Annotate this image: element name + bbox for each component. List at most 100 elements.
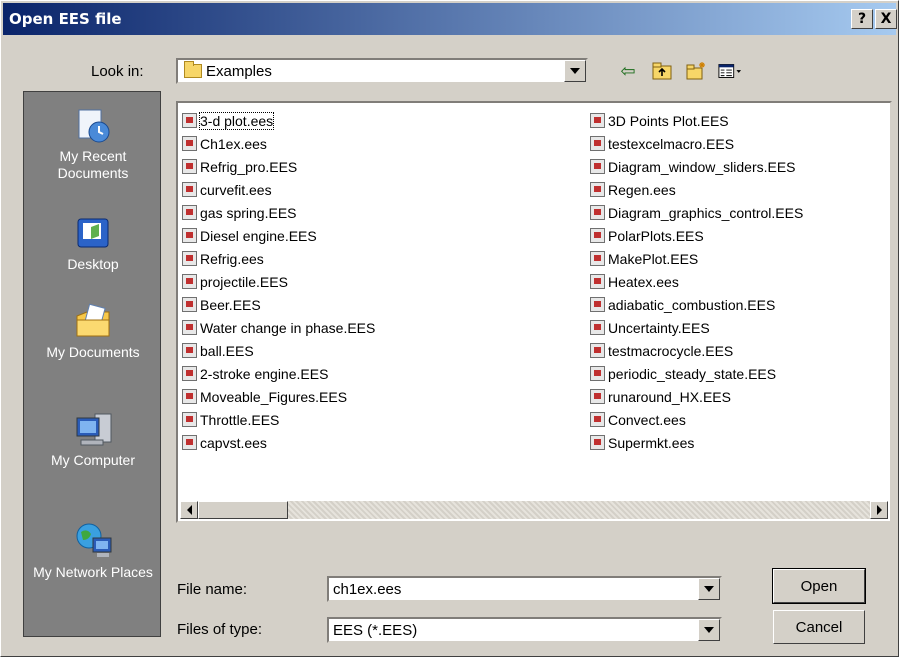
desktop-icon <box>73 214 113 252</box>
ees-file-icon <box>590 435 605 450</box>
file-name: Supermkt.ees <box>608 434 695 451</box>
ees-file-icon <box>182 435 197 450</box>
my-documents-icon <box>73 302 113 340</box>
ees-file-icon <box>182 136 197 151</box>
file-item[interactable]: Refrig.ees <box>182 247 375 270</box>
file-item[interactable]: capvst.ees <box>182 431 375 454</box>
place-label: My Recent Documents <box>57 148 129 181</box>
ees-file-icon <box>590 297 605 312</box>
place-label: My Documents <box>46 344 140 360</box>
file-item[interactable]: Convect.ees <box>590 408 803 431</box>
file-item[interactable]: Throttle.EES <box>182 408 375 431</box>
file-item[interactable]: Water change in phase.EES <box>182 316 375 339</box>
ees-file-icon <box>590 274 605 289</box>
file-name: periodic_steady_state.EES <box>608 365 777 382</box>
file-item[interactable]: Diagram_window_sliders.EES <box>590 155 803 178</box>
scroll-right-icon[interactable] <box>870 501 888 519</box>
horizontal-scrollbar[interactable] <box>180 501 888 519</box>
view-menu-icon[interactable] <box>718 59 742 83</box>
file-name-input[interactable]: ch1ex.ees <box>327 576 722 602</box>
file-item[interactable]: MakePlot.EES <box>590 247 803 270</box>
file-item[interactable]: Heatex.ees <box>590 270 803 293</box>
new-folder-icon[interactable] <box>684 59 708 83</box>
file-item[interactable]: Supermkt.ees <box>590 431 803 454</box>
file-item[interactable]: periodic_steady_state.EES <box>590 362 803 385</box>
file-name: Diesel engine.EES <box>200 227 317 244</box>
ees-file-icon <box>182 182 197 197</box>
ees-file-icon <box>590 320 605 335</box>
file-item[interactable]: 3-d plot.ees <box>182 109 375 132</box>
ees-file-icon <box>590 412 605 427</box>
file-name: Uncertainty.EES <box>608 319 710 336</box>
place-label: Desktop <box>67 256 119 272</box>
ees-file-icon <box>182 159 197 174</box>
scroll-left-icon[interactable] <box>180 501 198 519</box>
file-item[interactable]: adiabatic_combustion.EES <box>590 293 803 316</box>
ees-file-icon <box>182 205 197 220</box>
folder-icon <box>184 61 202 78</box>
file-item[interactable]: Uncertainty.EES <box>590 316 803 339</box>
ees-file-icon <box>182 274 197 289</box>
file-name: 3-d plot.ees <box>198 111 275 130</box>
file-name: ball.EES <box>200 342 254 359</box>
back-icon[interactable]: ⇦ <box>616 59 640 83</box>
dropdown-arrow-icon[interactable] <box>698 619 720 641</box>
open-button[interactable]: Open <box>772 568 866 604</box>
file-column-1: 3-d plot.ees Ch1ex.ees Refrig_pro.EES curve… <box>182 109 375 454</box>
scroll-thumb[interactable] <box>198 501 288 519</box>
file-item[interactable]: Regen.ees <box>590 178 803 201</box>
file-name: capvst.ees <box>200 434 267 451</box>
ees-file-icon <box>590 366 605 381</box>
dropdown-arrow-icon[interactable] <box>564 60 586 82</box>
file-item[interactable]: Beer.EES <box>182 293 375 316</box>
file-name: Water change in phase.EES <box>200 319 376 336</box>
file-name: Diagram_graphics_control.EES <box>608 204 804 221</box>
file-name: runaround_HX.EES <box>608 388 731 405</box>
file-item[interactable]: 2-stroke engine.EES <box>182 362 375 385</box>
place-network[interactable]: My Network Places <box>24 522 162 581</box>
place-recent-documents[interactable]: My Recent Documents <box>24 106 162 182</box>
file-name-value[interactable]: ch1ex.ees <box>329 581 698 598</box>
close-button[interactable]: X <box>875 9 897 29</box>
place-my-computer[interactable]: My Computer <box>24 410 162 469</box>
file-name: Moveable_Figures.EES <box>200 388 348 405</box>
recent-documents-icon <box>73 106 113 144</box>
file-name: 3D Points Plot.EES <box>608 112 729 129</box>
file-item[interactable]: testmacrocycle.EES <box>590 339 803 362</box>
ees-file-icon <box>182 251 197 266</box>
file-column-2: 3D Points Plot.EES testexcelmacro.EES Diag… <box>590 109 803 454</box>
place-desktop[interactable]: Desktop <box>24 214 162 273</box>
file-name: Refrig.ees <box>200 250 264 267</box>
ees-file-icon <box>182 389 197 404</box>
title-bar[interactable]: Open EES file ? X <box>3 3 897 35</box>
file-name: MakePlot.EES <box>608 250 699 267</box>
file-item[interactable]: Diagram_graphics_control.EES <box>590 201 803 224</box>
up-folder-icon[interactable] <box>650 59 674 83</box>
dropdown-arrow-icon[interactable] <box>698 578 720 600</box>
file-item[interactable]: runaround_HX.EES <box>590 385 803 408</box>
look-in-label: Look in: <box>91 63 144 80</box>
file-list[interactable]: 3-d plot.ees Ch1ex.ees Refrig_pro.EES curve… <box>176 101 892 523</box>
look-in-dropdown[interactable]: Examples <box>176 58 588 84</box>
file-item[interactable]: Moveable_Figures.EES <box>182 385 375 408</box>
file-item[interactable]: PolarPlots.EES <box>590 224 803 247</box>
place-label: My Computer <box>50 452 136 468</box>
file-type-label: Files of type: <box>177 621 263 638</box>
file-item[interactable]: Ch1ex.ees <box>182 132 375 155</box>
file-type-dropdown[interactable]: EES (*.EES) <box>327 617 722 643</box>
file-item[interactable]: curvefit.ees <box>182 178 375 201</box>
file-item[interactable]: testexcelmacro.EES <box>590 132 803 155</box>
cancel-button[interactable]: Cancel <box>773 610 865 644</box>
network-places-icon <box>73 522 113 560</box>
place-my-documents[interactable]: My Documents <box>24 302 162 361</box>
file-item[interactable]: gas spring.EES <box>182 201 375 224</box>
file-item[interactable]: 3D Points Plot.EES <box>590 109 803 132</box>
file-item[interactable]: Refrig_pro.EES <box>182 155 375 178</box>
places-bar: My Recent Documents Desktop My Documents… <box>23 91 161 637</box>
file-name: PolarPlots.EES <box>608 227 704 244</box>
help-button[interactable]: ? <box>851 9 873 29</box>
ees-file-icon <box>590 159 605 174</box>
file-item[interactable]: Diesel engine.EES <box>182 224 375 247</box>
file-item[interactable]: projectile.EES <box>182 270 375 293</box>
file-item[interactable]: ball.EES <box>182 339 375 362</box>
